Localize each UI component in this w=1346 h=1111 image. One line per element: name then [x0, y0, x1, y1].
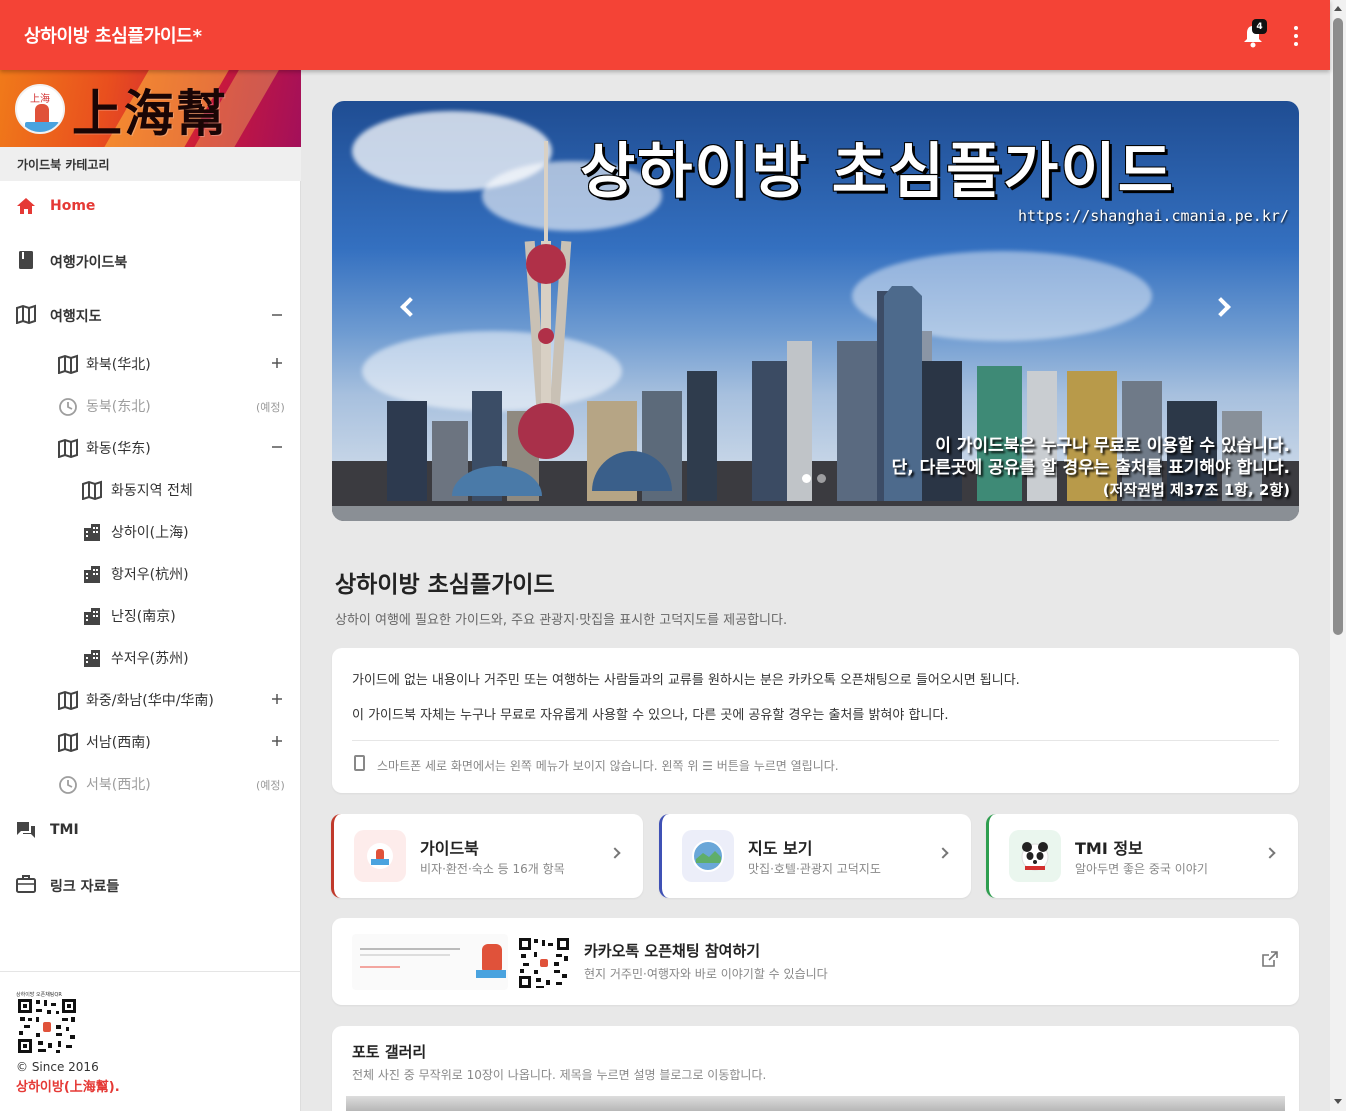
clock-icon — [59, 398, 77, 416]
more-vert-icon[interactable] — [1286, 24, 1306, 48]
map-icon — [58, 732, 78, 752]
info-line: 이 가이드북 자체는 누구나 무료로 자유롭게 사용할 수 있으나, 다른 곳에… — [352, 708, 949, 723]
sidebar-item-nanjing[interactable]: 난징(南京) — [0, 604, 300, 626]
info-divider — [352, 740, 1279, 741]
kakao-qr-code — [16, 997, 78, 1055]
brand-logo-text: 上海幫 — [72, 84, 228, 143]
sidebar-item-guidebook[interactable]: 여행가이드북 — [0, 250, 300, 272]
feature-card-guidebook[interactable]: 가이드북 비자·환전·숙소 등 16개 항목 — [331, 814, 643, 898]
brand-badge-logo: 上海 — [15, 84, 65, 134]
city-building-icon — [84, 650, 100, 667]
sidebar-item-shanghai[interactable]: 상하이(上海) — [0, 520, 300, 542]
map-icon — [82, 480, 102, 500]
carousel-dot[interactable] — [802, 474, 811, 483]
home-icon — [17, 198, 35, 214]
hero-carousel[interactable]: 상하이방 초심플가이드 https://shanghai.cmania.pe.k… — [332, 101, 1299, 521]
city-building-icon — [84, 566, 100, 583]
map-icon — [58, 690, 78, 710]
app-bar: 상하이방 초심플가이드* — [0, 0, 1330, 70]
chat-icon — [17, 822, 35, 838]
page-subtitle: 상하이 여행에 필요한 가이드와, 주요 관광지·맛집을 표시한 고덕지도를 제… — [335, 613, 788, 628]
gallery-image-strip[interactable] — [346, 1096, 1285, 1111]
collapse-minus-icon[interactable] — [270, 308, 284, 322]
hero-url: https://shanghai.cmania.pe.kr/ — [1018, 207, 1289, 225]
expand-plus-icon[interactable] — [270, 356, 284, 370]
kakao-openchat-card[interactable]: 카카오톡 오픈채팅 참여하기 현지 거주민·여행자와 바로 이야기할 수 있습니… — [332, 918, 1299, 1005]
book-icon — [19, 251, 33, 269]
briefcase-icon — [16, 875, 36, 893]
chevron-right-icon — [609, 847, 621, 859]
brand-banner[interactable]: 上海 上海幫 — [0, 70, 301, 147]
sidebar-item-huabei[interactable]: 화북(华北) — [0, 352, 300, 374]
smartphone-icon — [354, 755, 365, 771]
collapse-minus-icon[interactable] — [270, 440, 284, 454]
sidebar-item-dongbei: 동북(东北) (예정) — [0, 394, 300, 416]
map-icon — [16, 304, 36, 324]
sidebar-item-xibei: 서북(西北) (예정) — [0, 772, 300, 794]
since-text: © Since 2016 — [16, 1060, 99, 1074]
sidebar-item-home[interactable]: Home — [0, 196, 300, 218]
expand-plus-icon[interactable] — [270, 734, 284, 748]
city-building-icon — [84, 524, 100, 541]
chevron-right-icon — [937, 847, 949, 859]
info-note: 스마트폰 세로 화면에서는 왼쪽 메뉴가 보이지 않습니다. 왼쪽 위 ☰ 버튼… — [377, 759, 839, 773]
sidebar-item-xinan[interactable]: 서남(西南) — [0, 730, 300, 752]
gallery-title: 포토 갤러리 — [352, 1043, 427, 1061]
sidebar-item-travel-map[interactable]: 여행지도 — [0, 304, 300, 326]
scroll-down-arrow-icon[interactable] — [1334, 1099, 1342, 1104]
map-icon — [58, 354, 78, 374]
openchat-preview-image — [352, 934, 508, 990]
open-in-new-icon[interactable] — [1262, 951, 1278, 967]
footer-brand-link[interactable]: 상하이방(上海幫). — [16, 1076, 120, 1095]
page-title: 상하이방 초심플가이드 — [335, 572, 555, 598]
panda-thumb-icon — [1009, 830, 1061, 882]
notification-badge: 4 — [1252, 19, 1267, 34]
feature-card-tmi[interactable]: TMI 정보 알아두면 좋은 중국 이야기 — [986, 814, 1298, 898]
sidebar-item-links[interactable]: 링크 자료들 — [0, 874, 300, 896]
scroll-thumb[interactable] — [1333, 18, 1343, 635]
feature-card-map[interactable]: 지도 보기 맛집·호텔·관광지 고덕지도 — [659, 814, 971, 898]
sidebar-item-huazhong-huanan[interactable]: 화중/화남(华中/华南) — [0, 688, 300, 710]
gallery-subtitle: 전체 사진 중 무작위로 10장이 나옵니다. 제목을 누르면 설명 블로그로 … — [352, 1068, 767, 1082]
planned-note: (예정) — [256, 401, 285, 414]
kakao-title: 카카오톡 오픈채팅 참여하기 — [584, 942, 761, 960]
sidebar-item-tmi[interactable]: TMI — [0, 820, 300, 842]
app-title: 상하이방 초심플가이드* — [24, 26, 202, 47]
qr-caption: 상하이방 오픈채팅QR — [16, 992, 62, 998]
map-thumb-icon — [682, 830, 734, 882]
hero-title: 상하이방 초심플가이드 — [580, 137, 1175, 207]
info-line: 가이드에 없는 내용이나 거주민 또는 여행하는 사람들과의 교류를 원하시는 … — [352, 673, 1020, 688]
guidebook-thumb-icon — [354, 830, 406, 882]
carousel-indicators[interactable] — [802, 474, 826, 483]
sidebar-item-suzhou[interactable]: 쑤저우(苏州) — [0, 646, 300, 668]
chevron-right-icon — [1264, 847, 1276, 859]
info-card: 가이드에 없는 내용이나 거주민 또는 여행하는 사람들과의 교류를 원하시는 … — [332, 648, 1299, 793]
expand-plus-icon[interactable] — [270, 692, 284, 706]
map-icon — [58, 438, 78, 458]
hero-copyright-notice: 이 가이드북은 누구나 무료로 이용할 수 있습니다. 단, 다른곳에 공유를 … — [891, 436, 1290, 499]
city-building-icon — [84, 608, 100, 625]
sidebar: 上海 上海幫 가이드북 카테고리 Home 여행가이드북 여행지도 화북(华北)… — [0, 70, 301, 1111]
kakao-qr-code — [518, 936, 570, 990]
page-scrollbar[interactable] — [1330, 0, 1346, 1111]
clock-icon — [59, 776, 77, 794]
sidebar-item-huadong[interactable]: 화동(华东) — [0, 436, 300, 458]
photo-gallery-card: 포토 갤러리 전체 사진 중 무작위로 10장이 나옵니다. 제목을 누르면 설… — [332, 1026, 1299, 1111]
category-header: 가이드북 카테고리 — [0, 147, 301, 181]
carousel-dot[interactable] — [817, 474, 826, 483]
scroll-up-arrow-icon[interactable] — [1334, 6, 1342, 11]
sidebar-item-hangzhou[interactable]: 항저우(杭州) — [0, 562, 300, 584]
planned-note: (예정) — [256, 779, 285, 792]
sidebar-divider — [0, 971, 300, 972]
sidebar-item-huadong-all[interactable]: 화동지역 전체 — [0, 478, 300, 500]
kakao-subtitle: 현지 거주민·여행자와 바로 이야기할 수 있습니다 — [584, 967, 828, 981]
